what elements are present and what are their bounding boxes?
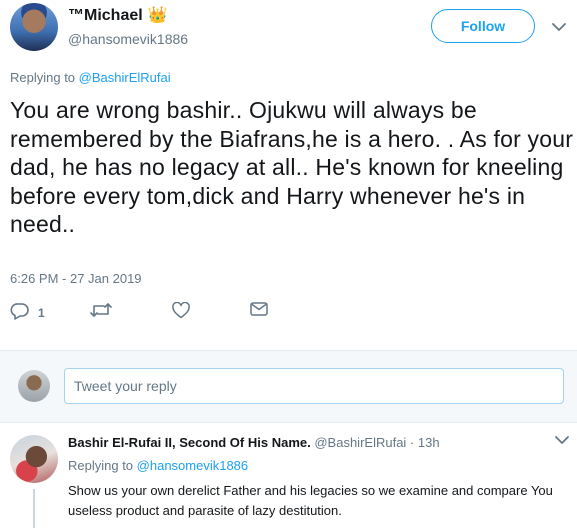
author-name-line[interactable]: ™Michael 👑 [68, 7, 168, 25]
chevron-down-icon[interactable] [552, 20, 566, 34]
direct-message-icon [250, 302, 268, 319]
reply-header: Bashir El-Rufai II, Second Of His Name. … [68, 435, 440, 450]
tweet-timestamp[interactable]: 6:26 PM - 27 Jan 2019 [10, 271, 142, 286]
current-user-avatar[interactable] [18, 370, 50, 402]
replying-to-label: Replying to [10, 70, 79, 85]
like-button[interactable] [172, 301, 198, 322]
main-tweet: ™Michael 👑 @hansomevik1886 Follow Replyi… [0, 0, 577, 350]
reply-author-display-name[interactable]: Bashir El-Rufai II, Second Of His Name. [68, 435, 311, 450]
reply-text: Show us your own derelict Father and his… [68, 483, 553, 518]
reply-count: 1 [38, 305, 45, 320]
retweet-button[interactable] [90, 302, 120, 321]
crown-emoji-icon: 👑 [147, 7, 168, 24]
author-display-name[interactable]: ™Michael [68, 7, 143, 25]
reply-tweet[interactable]: Bashir El-Rufai II, Second Of His Name. … [0, 423, 577, 528]
thread-line [33, 489, 35, 528]
direct-message-button[interactable] [250, 302, 268, 319]
tweet-text: You are wrong bashir.. Ojukwu will alway… [10, 97, 574, 237]
reply-composer [0, 351, 577, 422]
tweet-actions: 1 [10, 301, 310, 324]
like-icon [172, 301, 190, 322]
reply-timestamp[interactable]: 13h [418, 435, 440, 450]
reply-icon [10, 302, 30, 323]
chevron-down-icon[interactable] [555, 433, 569, 447]
reply-input[interactable] [64, 368, 564, 404]
retweet-icon [90, 302, 112, 321]
replying-to: Replying to @BashirElRufai [10, 70, 171, 85]
replying-to-mention-link[interactable]: @hansomevik1886 [137, 458, 248, 473]
replying-to: Replying to @hansomevik1886 [68, 458, 248, 473]
follow-button[interactable]: Follow [431, 9, 535, 43]
reply-author-handle[interactable]: @BashirElRufai [314, 435, 406, 450]
reply-button[interactable]: 1 [10, 302, 45, 323]
avatar[interactable] [10, 435, 58, 483]
author-handle[interactable]: @hansomevik1886 [68, 31, 188, 47]
avatar[interactable] [10, 3, 58, 51]
separator-dot: · [406, 435, 418, 450]
replying-to-label: Replying to [68, 458, 137, 473]
replying-to-mention-link[interactable]: @BashirElRufai [79, 70, 171, 85]
